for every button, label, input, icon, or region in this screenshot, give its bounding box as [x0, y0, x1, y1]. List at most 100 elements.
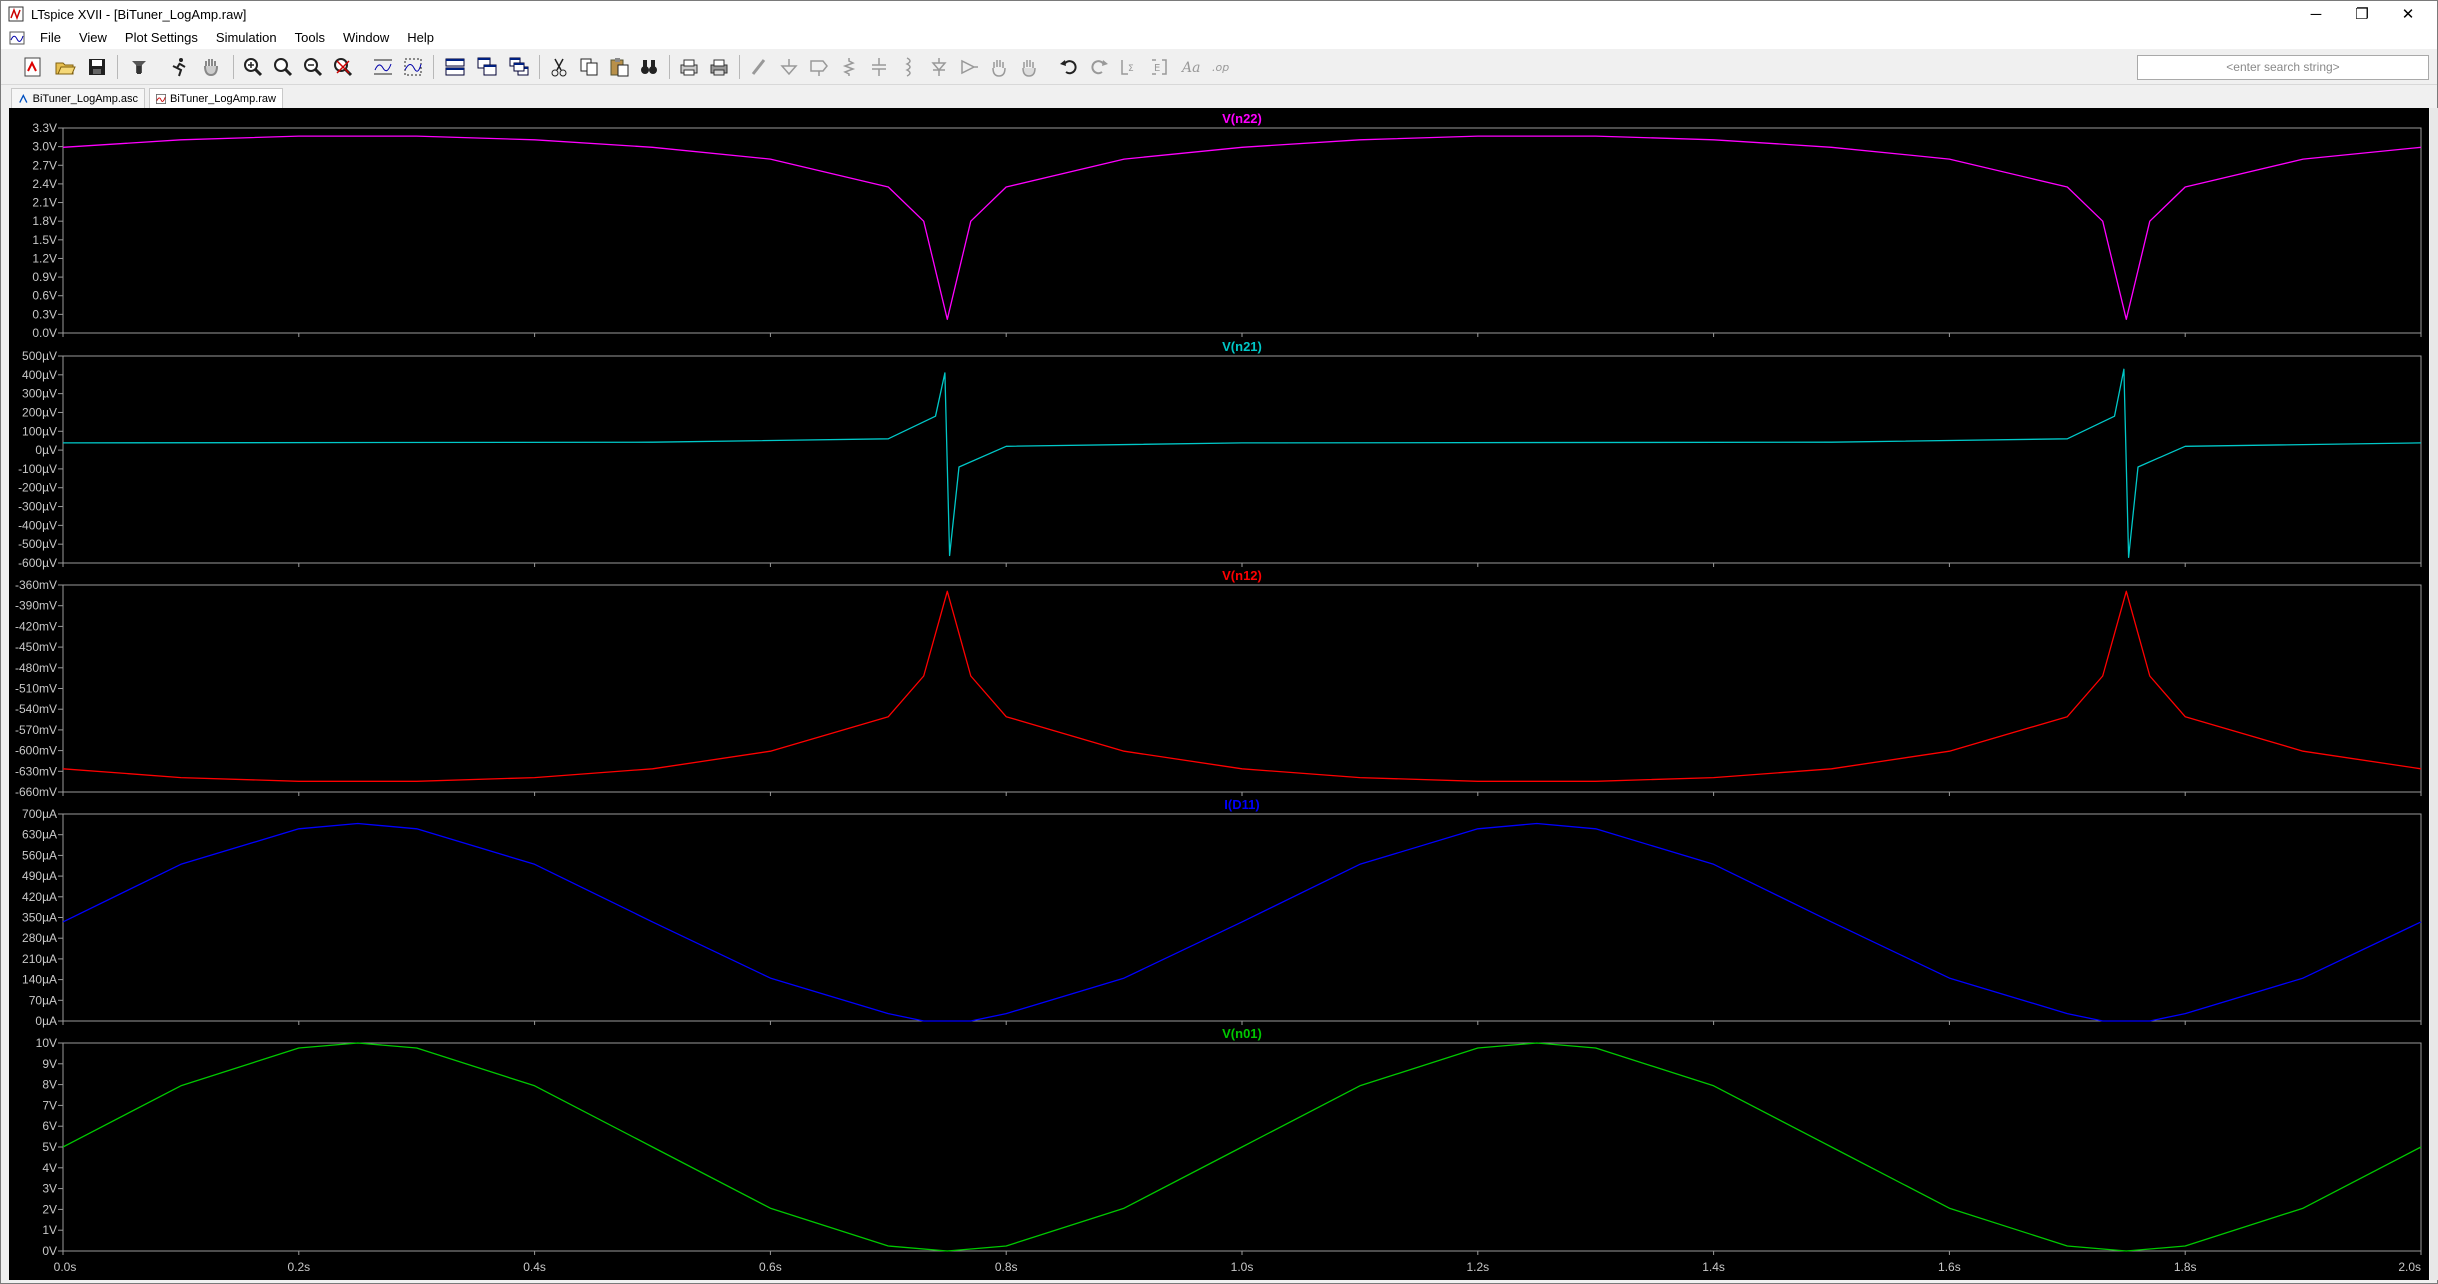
zoom-fit-icon[interactable]: [299, 53, 327, 81]
y-tick-label: -510mV: [15, 682, 57, 696]
plot-canvas[interactable]: V(n22) 3.3V 3.0V 2.7V 2.4V 2.1V 1.8V 1.5V 1.2V 0.…: [9, 108, 2429, 1280]
y-tick-label: 280µA: [22, 931, 57, 945]
menu-window-label: Window: [342, 30, 390, 45]
trace-title[interactable]: V(n21): [1222, 339, 1262, 354]
trace-title[interactable]: V(n01): [1222, 1026, 1262, 1041]
rotate-icon[interactable]: Ʃ: [1115, 53, 1143, 81]
y-tick-label: 210µA: [22, 952, 57, 966]
y-tick-label: 2.7V: [32, 158, 57, 172]
find-icon[interactable]: [635, 53, 663, 81]
menu-bar: File View Plot Settings Simulation Tools…: [1, 27, 2437, 70]
zoom-out-icon[interactable]: [269, 53, 297, 81]
grid-icon[interactable]: [399, 53, 427, 81]
resistor-icon[interactable]: [835, 53, 863, 81]
x-tick-label: 2.0s: [2398, 1260, 2421, 1274]
save-icon[interactable]: [83, 53, 111, 81]
new-schematic-icon[interactable]: [19, 53, 47, 81]
menu-help-label: Help: [407, 30, 434, 45]
y-tick-label: 2V: [42, 1202, 57, 1216]
diode-icon[interactable]: [925, 53, 953, 81]
y-tick-label: 70µA: [29, 993, 57, 1007]
plot-pane-4[interactable]: I(D11) 700µA 630µA 560µA 490µA 420µA 350µA 280µ…: [22, 797, 2422, 1028]
tab-waveform[interactable]: BiTuner_LogAmp.raw: [149, 88, 283, 108]
open-icon[interactable]: [51, 53, 79, 81]
ground-icon[interactable]: [775, 53, 803, 81]
x-tick-label: 1.2s: [1466, 1260, 1489, 1274]
text-icon[interactable]: Aa: [1177, 53, 1205, 81]
run-icon[interactable]: [165, 53, 193, 81]
y-tick-label: 500µV: [22, 349, 57, 363]
copy-icon[interactable]: [575, 53, 603, 81]
y-tick-label: -500µV: [18, 537, 57, 551]
restore-button[interactable]: ❐: [2339, 1, 2385, 27]
tab-schematic[interactable]: BiTuner_LogAmp.asc: [11, 88, 145, 108]
search-input[interactable]: <enter search string>: [2137, 55, 2429, 80]
plot-pane-1[interactable]: V(n22) 3.3V 3.0V 2.7V 2.4V 2.1V 1.8V 1.5V 1.2V 0.…: [32, 111, 2422, 340]
y-tick-label: 700µA: [22, 807, 57, 821]
autorange-icon[interactable]: [369, 53, 397, 81]
plot-pane-3[interactable]: V(n12) -360mV -390mV -420mV -450mV -480mV -510…: [15, 568, 2422, 799]
y-tick-label: 0.0V: [32, 326, 57, 340]
trace-v-n22[interactable]: [62, 135, 2422, 320]
print-setup-icon[interactable]: [705, 53, 733, 81]
y-tick-label: 300µV: [22, 387, 57, 401]
tile-horizontal-icon[interactable]: [473, 53, 501, 81]
menu-file[interactable]: File: [31, 27, 70, 49]
zoom-in-icon[interactable]: [239, 53, 267, 81]
mirror-icon[interactable]: E: [1145, 53, 1173, 81]
toolbar-separator: [539, 55, 540, 79]
toolbar-separator: [669, 55, 670, 79]
trace-title[interactable]: V(n22): [1222, 111, 1262, 126]
svg-text:Ʃ: Ʃ: [1128, 64, 1134, 74]
y-tick-label: -400µV: [18, 518, 57, 532]
wire-icon[interactable]: [745, 53, 773, 81]
spice-directive-icon[interactable]: .op: [1207, 53, 1235, 81]
paste-icon[interactable]: [605, 53, 633, 81]
close-button[interactable]: ✕: [2385, 1, 2431, 27]
menu-tools[interactable]: Tools: [286, 27, 334, 49]
y-tick-label: -420mV: [15, 619, 57, 633]
title-bar[interactable]: LTspice XVII - [BiTuner_LogAmp.raw] ─ ❐ …: [1, 1, 2437, 27]
tab-schematic-label: BiTuner_LogAmp.asc: [32, 92, 138, 105]
drag-icon[interactable]: [1015, 53, 1043, 81]
plot-pane-5[interactable]: V(n01) 10V 9V 8V 7V 6V 5V 4V 3V 2V 1V 0V: [36, 1026, 2422, 1258]
label-icon[interactable]: [805, 53, 833, 81]
x-tick-label: 1.6s: [1938, 1260, 1961, 1274]
menu-window[interactable]: Window: [334, 27, 398, 49]
trace-i-d11[interactable]: [62, 822, 2422, 1022]
toolbar-separator: [117, 55, 118, 79]
waveform-viewer[interactable]: V(n22) 3.3V 3.0V 2.7V 2.4V 2.1V 1.8V 1.5V 1.2V 0.…: [9, 108, 2429, 1280]
cascade-icon[interactable]: [505, 53, 533, 81]
plot-frame: [62, 813, 2422, 1022]
plot-frame: [62, 127, 2422, 334]
waveform-doc-icon[interactable]: [9, 30, 25, 46]
x-tick-label: 0.2s: [287, 1260, 310, 1274]
undo-icon[interactable]: [1055, 53, 1083, 81]
menu-view[interactable]: View: [70, 27, 116, 49]
tile-vertical-icon[interactable]: [441, 53, 469, 81]
trace-v-n21[interactable]: [62, 368, 2422, 559]
y-tick-label: 400µV: [22, 368, 57, 382]
minimize-button[interactable]: ─: [2293, 1, 2339, 27]
halt-icon[interactable]: [197, 53, 225, 81]
zoom-cancel-icon[interactable]: [329, 53, 357, 81]
svg-text:E: E: [1154, 63, 1160, 74]
capacitor-icon[interactable]: [865, 53, 893, 81]
plot-pane-2[interactable]: V(n21) 500µV 400µV 300µV 200µV 100µV 0µV -100µV…: [18, 339, 2422, 570]
trace-v-n12[interactable]: [62, 590, 2422, 782]
plot-frame: [62, 355, 2422, 564]
move-icon[interactable]: [985, 53, 1013, 81]
trace-v-n01[interactable]: [62, 1042, 2422, 1252]
control-panel-icon[interactable]: [125, 53, 153, 81]
inductor-icon[interactable]: [895, 53, 923, 81]
component-icon[interactable]: [955, 53, 983, 81]
menu-help[interactable]: Help: [398, 27, 443, 49]
menu-plot-settings[interactable]: Plot Settings: [116, 27, 207, 49]
vertical-scrollbar[interactable]: [2430, 108, 2438, 1280]
print-icon[interactable]: [675, 53, 703, 81]
trace-title[interactable]: V(n12): [1222, 568, 1262, 583]
cut-icon[interactable]: [545, 53, 573, 81]
trace-title[interactable]: I(D11): [1224, 797, 1259, 812]
menu-simulation[interactable]: Simulation: [207, 27, 286, 49]
redo-icon[interactable]: [1085, 53, 1113, 81]
